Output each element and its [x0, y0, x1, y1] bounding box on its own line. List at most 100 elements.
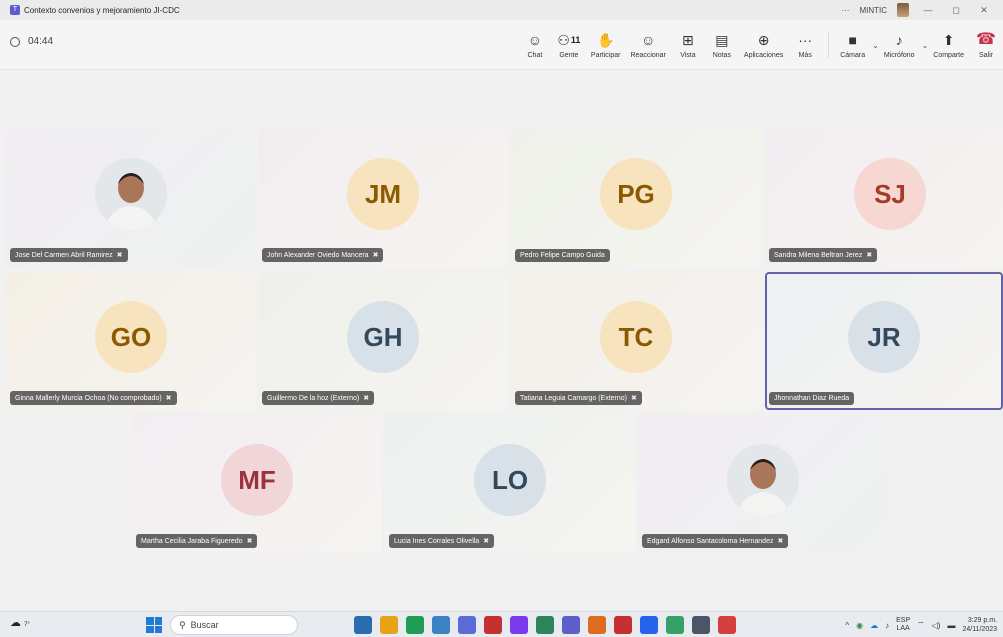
taskbar-app-icon[interactable]: [510, 616, 528, 634]
taskbar-app-icon[interactable]: [562, 616, 580, 634]
microphone-button[interactable]: ♪ Micrófono: [879, 20, 920, 70]
org-name[interactable]: MINTIC: [859, 6, 887, 15]
toolbar-apps-button[interactable]: ⊕ Aplicaciones: [739, 20, 788, 70]
chat-label: Chat: [527, 52, 543, 59]
participant-tile[interactable]: Jose Del Carmen Abril Ramirez ✖: [6, 129, 256, 267]
weather-widget[interactable]: ☁ 7°: [10, 616, 32, 634]
taskbar-app-icon[interactable]: [588, 616, 606, 634]
more-options-button[interactable]: ···: [841, 6, 849, 15]
apps-label: Aplicaciones: [743, 52, 784, 59]
raise-label: Participar: [590, 52, 621, 59]
mic-muted-icon: ✖: [483, 538, 490, 545]
toolbar-view-button[interactable]: ⊞ Vista: [671, 20, 705, 70]
taskbar-app-icon[interactable]: [458, 616, 476, 634]
share-button[interactable]: ⬆ Comparte: [928, 20, 969, 70]
participant-tile[interactable]: MF Martha Cecilia Jaraba Figueredo ✖: [132, 415, 382, 553]
system-tray: ^ ◉ ☁ ♪ ESP LAA ⌔ ◁) ▬ 3:29 p.m. 24/11/2…: [845, 615, 997, 635]
people-count: 11: [570, 35, 581, 45]
participant-tile[interactable]: SJ Sandra Milena Beltran Jerez ✖: [765, 129, 1003, 267]
raise-icon: ✋: [596, 32, 615, 48]
participant-name: Jhonnathan Diaz Rueda: [774, 395, 850, 402]
participant-initials-avatar: GO: [95, 301, 167, 373]
window-title: Contexto convenios y mejoramiento JI-CDC: [24, 5, 180, 15]
view-icon: ⊞: [682, 32, 694, 48]
toolbar-chat-button[interactable]: ☺ Chat: [518, 20, 552, 70]
participant-name-tag: Ginna Mallerly Murcia Ochoa (No comproba…: [10, 391, 177, 405]
taskbar-app-icon[interactable]: [354, 616, 372, 634]
mic-tray-icon[interactable]: ♪: [885, 621, 889, 630]
language-code: ESP: [896, 617, 911, 624]
clock-date: 24/11/2023: [962, 626, 997, 633]
toolbar-people-button[interactable]: ⚇ 11 Gente: [552, 20, 586, 70]
start-button[interactable]: [146, 617, 162, 633]
participant-tile[interactable]: GO Ginna Mallerly Murcia Ochoa (No compro…: [6, 272, 256, 410]
taskbar-search[interactable]: ⚲ Buscar: [170, 615, 298, 635]
tray-overflow-chevron-icon[interactable]: ^: [845, 621, 849, 630]
more-icon: ···: [798, 32, 813, 48]
participant-tile[interactable]: JR Jhonnathan Diaz Rueda: [765, 272, 1003, 410]
taskbar-clock[interactable]: 3:29 p.m. 24/11/2023: [962, 616, 997, 634]
meeting-info-icon[interactable]: [10, 36, 20, 47]
toolbar-more-button[interactable]: ··· Más: [788, 20, 822, 70]
participant-initials-avatar: TC: [600, 301, 672, 373]
taskbar-app-icon[interactable]: [432, 616, 450, 634]
minimize-button[interactable]: —: [919, 5, 937, 15]
toolbar-raise-button[interactable]: ✋ Participar: [586, 20, 626, 70]
taskbar-app-icon[interactable]: [692, 616, 710, 634]
participant-initials-avatar: MF: [221, 444, 293, 516]
battery-icon[interactable]: ▬: [947, 621, 955, 630]
leave-label: Salir: [978, 52, 993, 59]
meeting-toolbar: 04:44 ☺ Chat ⚇ 11 Gente ✋ Participar ☺ Reacciona…: [0, 20, 1003, 70]
wifi-icon[interactable]: ⌔: [917, 620, 925, 630]
teams-icon: T: [10, 5, 20, 15]
participant-initials-avatar: SJ: [854, 158, 926, 230]
toolbar-react-button[interactable]: ☺ Reaccionar: [625, 20, 670, 70]
participant-tile[interactable]: Edgard Alfonso Santacoloma Hernandez ✖: [638, 415, 888, 553]
participant-initials-avatar: LO: [474, 444, 546, 516]
taskbar-app-icon[interactable]: [666, 616, 684, 634]
participant-name: Jose Del Carmen Abril Ramirez: [15, 251, 113, 259]
language-indicator[interactable]: ESP LAA: [896, 617, 910, 633]
participant-tile[interactable]: JM John Alexander Oviedo Mancera ✖: [258, 129, 508, 267]
close-button[interactable]: ✕: [975, 5, 993, 16]
participant-name-tag: Martha Cecilia Jaraba Figueredo ✖: [136, 534, 258, 548]
volume-icon[interactable]: ◁): [932, 621, 941, 630]
cloud-icon[interactable]: ☁: [870, 621, 878, 630]
participant-photo: [95, 158, 167, 230]
tray-app-icon[interactable]: ◉: [856, 621, 863, 630]
taskbar-app-icon[interactable]: [380, 616, 398, 634]
mic-muted-icon: ✖: [866, 252, 873, 259]
taskbar-app-icon[interactable]: [536, 616, 554, 634]
camera-options-chevron-icon[interactable]: ⌄: [872, 41, 879, 50]
restore-button[interactable]: ◻: [947, 5, 965, 16]
participant-initials-avatar: GH: [347, 301, 419, 373]
participant-tile[interactable]: TC Tatiana Leguia Camargo (Externo) ✖: [511, 272, 761, 410]
taskbar-app-icon[interactable]: [640, 616, 658, 634]
toolbar-notes-button[interactable]: ▤ Notas: [705, 20, 739, 70]
taskbar-app-icon[interactable]: [484, 616, 502, 634]
leave-button[interactable]: ☎ Salir: [969, 20, 1003, 70]
taskbar-app-icon[interactable]: [718, 616, 736, 634]
apps-icon: ⊕: [757, 32, 770, 48]
title-bar: T Contexto convenios y mejoramiento JI-C…: [0, 0, 1003, 20]
participant-name: Edgard Alfonso Santacoloma Hernandez: [647, 537, 774, 545]
camera-button[interactable]: ■ Cámara: [835, 20, 870, 70]
mic-muted-icon: ✖: [246, 538, 253, 545]
mic-options-chevron-icon[interactable]: ⌄: [922, 41, 929, 50]
react-label: Reaccionar: [630, 52, 666, 59]
participant-photo: [727, 444, 799, 516]
participant-name: Pedro Felipe Campo Guida: [520, 252, 605, 259]
search-icon: ⚲: [179, 619, 186, 630]
clock-time: 3:29 p.m.: [967, 617, 997, 624]
taskbar-app-icon[interactable]: [614, 616, 632, 634]
participant-tile[interactable]: GH Guillermo De la hoz (Externo) ✖: [258, 272, 508, 410]
participant-name: Lucia Ines Corrales Olivella: [394, 537, 480, 545]
chat-icon: ☺: [527, 32, 543, 48]
share-screen-icon: ⬆: [942, 32, 955, 48]
search-placeholder: Buscar: [190, 620, 219, 630]
participant-initials-avatar: PG: [600, 158, 672, 230]
user-avatar[interactable]: [897, 3, 909, 17]
participant-tile[interactable]: LO Lucia Ines Corrales Olivella ✖: [385, 415, 635, 553]
taskbar-app-icon[interactable]: [406, 616, 424, 634]
participant-tile[interactable]: PG Pedro Felipe Campo Guida: [511, 129, 761, 267]
